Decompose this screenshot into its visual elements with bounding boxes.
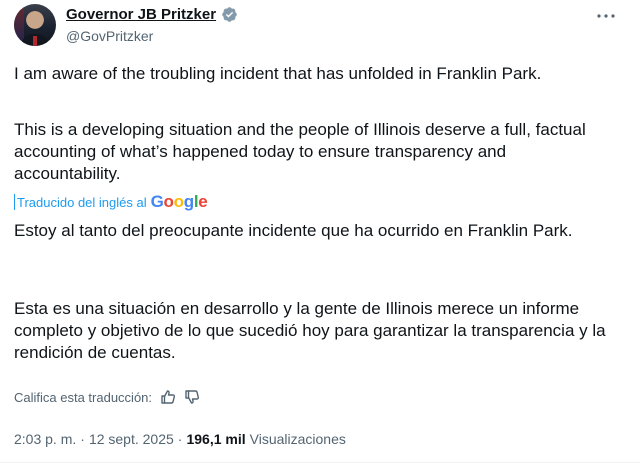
more-options-icon[interactable] (596, 10, 616, 20)
rate-translation: Califica esta traducción: (14, 389, 200, 405)
thumbs-down-icon[interactable] (184, 389, 200, 405)
translated-paragraph-2: Esta es una situación en desarrollo y la… (14, 299, 606, 362)
translated-paragraph-1: Estoy al tanto del preocupante incidente… (14, 221, 573, 240)
tweet-paragraph-2: This is a developing situation and the p… (14, 120, 586, 183)
separator: · (177, 431, 183, 447)
tweet-card: Governor JB Pritzker @GovPritzker I am a… (0, 0, 640, 463)
tweet-date[interactable]: 12 sept. 2025 (89, 431, 174, 447)
translation-attribution[interactable]: Traducido del inglés al Google (14, 192, 208, 212)
user-handle[interactable]: @GovPritzker (66, 28, 153, 44)
tweet-metadata: 2:03 p. m. · 12 sept. 2025 · 196,1 mil V… (14, 431, 346, 447)
avatar-tie (33, 36, 37, 46)
thumbs-up-icon[interactable] (160, 389, 176, 405)
tweet-time[interactable]: 2:03 p. m. (14, 431, 76, 447)
tweet-paragraph-1: I am aware of the troubling incident tha… (14, 64, 542, 83)
name-row: Governor JB Pritzker (66, 6, 238, 23)
avatar[interactable] (14, 4, 56, 46)
rate-translation-label: Califica esta traducción: (14, 389, 153, 405)
views-count: 196,1 mil (186, 431, 246, 447)
translation-label: Traducido del inglés al (17, 194, 147, 210)
google-logo: Google (150, 192, 208, 211)
views-label: Visualizaciones (249, 431, 346, 447)
display-name[interactable]: Governor JB Pritzker (66, 6, 216, 23)
verified-badge-icon (221, 6, 238, 23)
tweet-header: Governor JB Pritzker @GovPritzker (14, 4, 626, 50)
text-cursor (14, 194, 15, 210)
separator: · (80, 431, 85, 447)
